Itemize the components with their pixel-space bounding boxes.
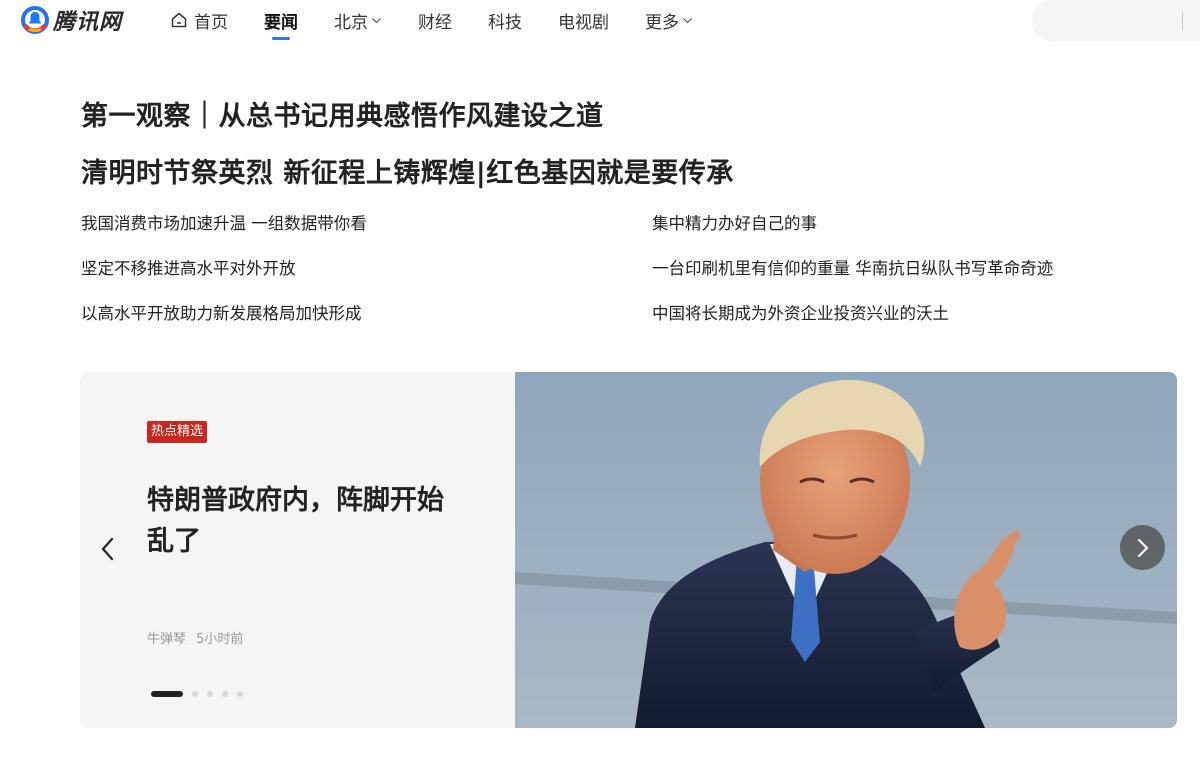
featured-carousel: 热点精选 特朗普政府内，阵脚开始乱了 牛弹琴 5小时前 [80, 372, 1177, 728]
chevron-down-icon [683, 17, 692, 23]
chevron-right-icon [1137, 538, 1148, 557]
search-divider [1182, 11, 1183, 30]
nav-item-label: 首页 [194, 12, 228, 33]
news-link[interactable]: 集中精力办好自己的事 [652, 212, 1053, 257]
main-nav: 首页 要闻 北京 财经 科技 电视剧 更多 [170, 0, 729, 40]
nav-item-label: 电视剧 [558, 12, 609, 33]
news-column-left: 我国消费市场加速升温 一组数据带你看 坚定不移推进高水平对外开放 以高水平开放助… [81, 212, 367, 347]
carousel-dot[interactable] [192, 691, 198, 697]
nav-item-top-news[interactable]: 要闻 [264, 0, 298, 40]
nav-item-label: 北京 [334, 12, 368, 33]
search-input[interactable] [1048, 8, 1173, 33]
top-navigation-bar: 腾讯网 首页 要闻 北京 财经 科技 电视剧 更多 [0, 0, 1200, 44]
home-icon [171, 12, 187, 28]
news-link[interactable]: 一台印刷机里有信仰的重量 华南抗日纵队书写革命奇迹 [652, 257, 1053, 302]
headline-link[interactable]: 清明时节祭英烈 新征程上铸辉煌|红色基因就是要传承 [81, 151, 734, 190]
search-box [1032, 0, 1200, 41]
chevron-left-icon[interactable] [96, 534, 120, 564]
nav-item-tech[interactable]: 科技 [488, 0, 522, 40]
nav-item-label: 财经 [418, 12, 452, 33]
nav-item-label: 科技 [488, 12, 522, 33]
site-logo[interactable]: 腾讯网 [20, 4, 122, 36]
nav-item-beijing[interactable]: 北京 [334, 0, 382, 40]
nav-item-more[interactable]: 更多 [645, 0, 693, 40]
carousel-text-panel[interactable]: 热点精选 特朗普政府内，阵脚开始乱了 牛弹琴 5小时前 [80, 372, 515, 728]
news-link[interactable]: 坚定不移推进高水平对外开放 [81, 257, 367, 302]
brand-name: 腾讯网 [53, 10, 123, 35]
nav-item-tv[interactable]: 电视剧 [558, 0, 609, 40]
nav-item-finance[interactable]: 财经 [418, 0, 452, 40]
carousel-next-button[interactable] [1120, 525, 1165, 570]
slide-author[interactable]: 牛弹琴 [147, 632, 186, 647]
carousel-dot[interactable] [222, 691, 228, 697]
news-column-right: 集中精力办好自己的事 一台印刷机里有信仰的重量 华南抗日纵队书写革命奇迹 中国将… [652, 212, 1053, 347]
carousel-dot[interactable] [207, 691, 213, 697]
carousel-dot[interactable] [151, 691, 183, 697]
photo-man-pointing [515, 372, 1177, 728]
headline-link[interactable]: 第一观察｜从总书记用典感悟作风建设之道 [81, 94, 604, 133]
news-link[interactable]: 以高水平开放助力新发展格局加快形成 [81, 302, 367, 347]
slide-meta: 牛弹琴 5小时前 [147, 628, 243, 647]
carousel-dot[interactable] [237, 691, 243, 697]
nav-item-label: 更多 [645, 12, 679, 33]
nav-item-label: 要闻 [264, 12, 298, 33]
slide-title[interactable]: 特朗普政府内，阵脚开始乱了 [147, 480, 457, 562]
chevron-down-icon [372, 17, 381, 23]
slide-image[interactable] [515, 372, 1177, 728]
slide-time: 5小时前 [196, 632, 244, 647]
hot-pick-badge: 热点精选 [147, 421, 208, 443]
news-link[interactable]: 中国将长期成为外资企业投资兴业的沃土 [652, 302, 1053, 347]
nav-item-home[interactable]: 首页 [170, 0, 228, 40]
news-link[interactable]: 我国消费市场加速升温 一组数据带你看 [81, 212, 367, 257]
tencent-logo-icon [21, 6, 49, 34]
carousel-pagination [151, 691, 252, 697]
